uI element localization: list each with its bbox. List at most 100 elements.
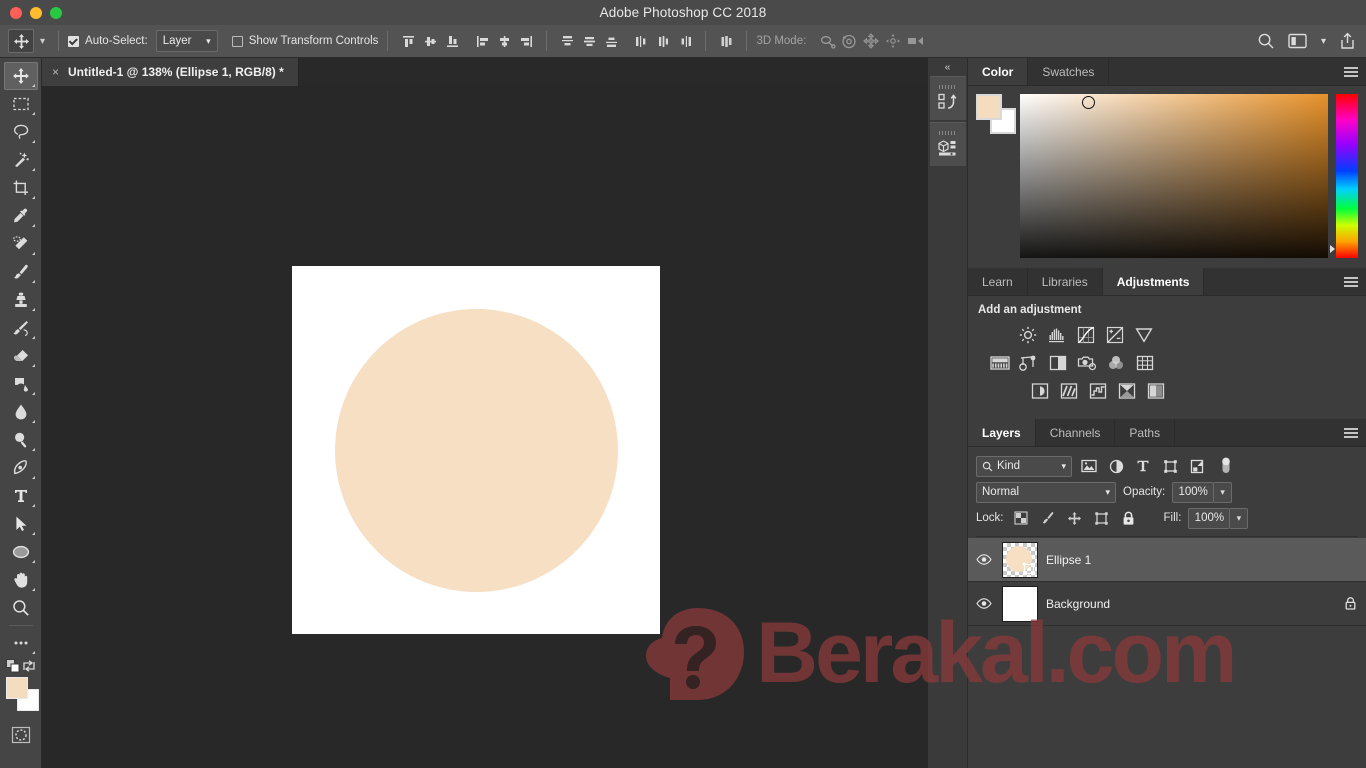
selective-color-icon[interactable]	[1146, 381, 1166, 401]
workspace-switcher-icon[interactable]	[1288, 33, 1308, 49]
opacity-value[interactable]: 100%	[1172, 481, 1215, 503]
blur-tool[interactable]	[4, 398, 38, 426]
auto-select-checkbox[interactable]	[68, 35, 80, 47]
edit-toolbar-tool[interactable]	[4, 629, 38, 657]
align-left-edges-icon[interactable]	[471, 30, 493, 52]
zoom-tool[interactable]	[4, 594, 38, 622]
adjustments-panel-menu-button[interactable]	[1344, 268, 1358, 296]
hue-slider-thumb[interactable]	[1330, 245, 1335, 253]
collapse-panels-button[interactable]: «	[928, 58, 967, 76]
gradient-tool[interactable]	[4, 370, 38, 398]
tab-swatches[interactable]: Swatches	[1028, 58, 1110, 85]
color-panel-menu-button[interactable]	[1344, 58, 1358, 86]
show-transform-controls-checkbox[interactable]	[231, 35, 243, 47]
align-vertical-centers-icon[interactable]	[419, 30, 441, 52]
swap-colors-icon[interactable]	[22, 659, 36, 673]
layer-name[interactable]: Background	[1046, 597, 1336, 611]
align-right-edges-icon[interactable]	[515, 30, 537, 52]
threshold-icon[interactable]	[1088, 381, 1108, 401]
align-top-edges-icon[interactable]	[397, 30, 419, 52]
lock-all-icon[interactable]	[1119, 508, 1139, 528]
posterize-icon[interactable]	[1059, 381, 1079, 401]
quick-mask-mode-icon[interactable]	[4, 721, 38, 749]
align-bottom-edges-icon[interactable]	[441, 30, 463, 52]
table-row[interactable]: Background	[968, 582, 1366, 626]
distribute-top-edges-icon[interactable]	[556, 30, 578, 52]
exposure-icon[interactable]	[1105, 325, 1125, 345]
levels-icon[interactable]	[1047, 325, 1067, 345]
tab-learn[interactable]: Learn	[968, 268, 1028, 295]
tool-preset-chevron-icon[interactable]: ▾	[40, 36, 45, 47]
gradient-map-icon[interactable]	[1117, 381, 1137, 401]
eraser-tool[interactable]	[4, 342, 38, 370]
auto-select-scope-dropdown[interactable]: Layer ▾	[155, 30, 218, 52]
history-brush-tool[interactable]	[4, 314, 38, 342]
move-tool[interactable]	[3, 62, 38, 90]
maximize-window-button[interactable]	[50, 6, 62, 19]
horizontal-type-tool[interactable]	[4, 482, 38, 510]
properties-panel-icon[interactable]	[930, 122, 966, 166]
foreground-color-swatch[interactable]	[976, 94, 1002, 120]
channel-mixer-icon[interactable]	[1106, 353, 1126, 373]
black-white-icon[interactable]	[1048, 353, 1068, 373]
lasso-tool[interactable]	[4, 118, 38, 146]
lock-transparent-pixels-icon[interactable]	[1011, 508, 1031, 528]
path-selection-tool[interactable]	[4, 510, 38, 538]
magic-wand-tool[interactable]	[4, 146, 38, 174]
tab-libraries[interactable]: Libraries	[1028, 268, 1103, 295]
color-lookup-icon[interactable]	[1135, 353, 1155, 373]
drag-3d-object-icon[interactable]	[860, 30, 882, 52]
tab-channels[interactable]: Channels	[1036, 419, 1116, 446]
tab-layers[interactable]: Layers	[968, 419, 1036, 446]
canvas-area[interactable]	[42, 86, 928, 768]
distribute-bottom-edges-icon[interactable]	[600, 30, 622, 52]
filter-pixel-layers-icon[interactable]	[1079, 456, 1099, 476]
table-row[interactable]: Ellipse 1	[968, 538, 1366, 582]
hue-saturation-icon[interactable]	[990, 353, 1010, 373]
eyedropper-tool[interactable]	[4, 202, 38, 230]
hand-tool[interactable]	[4, 566, 38, 594]
layer-thumbnail-background[interactable]	[1002, 585, 1038, 622]
brush-tool[interactable]	[4, 258, 38, 286]
distribute-left-edges-icon[interactable]	[630, 30, 652, 52]
filter-adjustment-layers-icon[interactable]	[1106, 456, 1126, 476]
align-horizontal-centers-icon[interactable]	[493, 30, 515, 52]
layer-name[interactable]: Ellipse 1	[1046, 553, 1358, 567]
distribute-right-edges-icon[interactable]	[674, 30, 696, 52]
scale-3d-object-icon[interactable]	[904, 30, 926, 52]
artboard[interactable]	[292, 266, 660, 634]
close-window-button[interactable]	[10, 6, 22, 19]
hue-slider[interactable]	[1330, 94, 1358, 258]
filter-smart-objects-icon[interactable]	[1187, 456, 1207, 476]
filter-type-layers-icon[interactable]	[1133, 456, 1153, 476]
clone-stamp-tool[interactable]	[4, 286, 38, 314]
layer-thumbnail-ellipse[interactable]	[1002, 541, 1038, 578]
document-tab[interactable]: × Untitled-1 @ 138% (Ellipse 1, RGB/8) *	[42, 58, 299, 86]
fill-value[interactable]: 100%	[1188, 507, 1231, 529]
share-icon[interactable]	[1339, 32, 1356, 50]
fill-stepper-chevron-icon[interactable]: ▾	[1230, 507, 1249, 529]
default-colors-icon[interactable]	[5, 659, 20, 673]
tab-paths[interactable]: Paths	[1115, 419, 1176, 446]
minimize-window-button[interactable]	[30, 6, 42, 19]
foreground-color-swatch[interactable]	[5, 677, 28, 699]
slide-3d-object-icon[interactable]	[882, 30, 904, 52]
chevron-down-icon[interactable]: ▾	[1321, 36, 1326, 47]
layer-visibility-toggle[interactable]	[974, 598, 994, 609]
opacity-stepper-chevron-icon[interactable]: ▾	[1214, 481, 1233, 503]
rotate-3d-object-icon[interactable]	[816, 30, 838, 52]
dodge-tool[interactable]	[4, 426, 38, 454]
crop-tool[interactable]	[4, 174, 38, 202]
curves-icon[interactable]	[1076, 325, 1096, 345]
invert-icon[interactable]	[1030, 381, 1050, 401]
filter-shape-layers-icon[interactable]	[1160, 456, 1180, 476]
rectangular-marquee-tool[interactable]	[4, 90, 38, 118]
layer-filter-kind-dropdown[interactable]: Kind ▾	[976, 455, 1072, 477]
lock-image-pixels-icon[interactable]	[1038, 508, 1058, 528]
color-field[interactable]	[1020, 94, 1328, 258]
photo-filter-icon[interactable]	[1077, 353, 1097, 373]
brightness-contrast-icon[interactable]	[1018, 325, 1038, 345]
distribute-horizontal-centers-icon[interactable]	[652, 30, 674, 52]
ellipse-tool[interactable]	[4, 538, 38, 566]
layer-visibility-toggle[interactable]	[974, 554, 994, 565]
